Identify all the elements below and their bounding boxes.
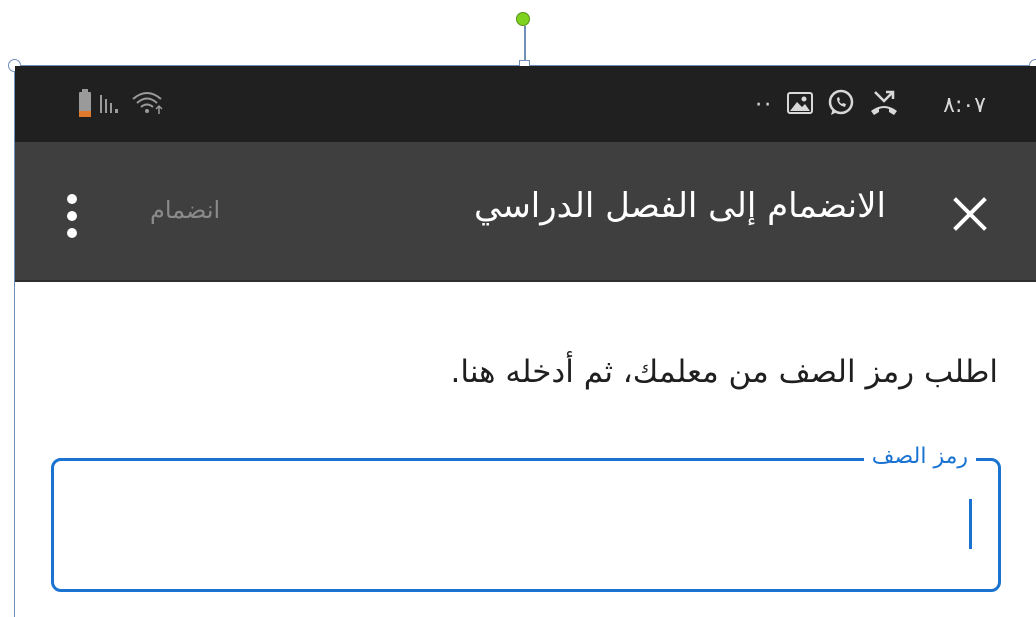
more-vertical-icon[interactable] bbox=[65, 194, 79, 238]
text-caret bbox=[969, 499, 972, 549]
join-button[interactable]: انضمام bbox=[150, 196, 220, 224]
missed-call-icon bbox=[869, 89, 899, 121]
whatsapp-icon bbox=[827, 89, 855, 121]
close-button[interactable] bbox=[950, 194, 990, 234]
status-bar: ·· ٨:٠٧ bbox=[15, 66, 1036, 142]
status-right-icons: ·· ٨:٠٧ bbox=[755, 88, 986, 122]
rotation-handle[interactable] bbox=[516, 12, 530, 26]
overflow-dots: ·· bbox=[755, 92, 774, 118]
class-code-field[interactable]: رمز الصف bbox=[51, 444, 1001, 592]
wifi-icon bbox=[131, 90, 165, 120]
image-icon bbox=[787, 91, 814, 119]
page-title: الانضمام إلى الفصل الدراسي bbox=[473, 186, 886, 226]
signal-bars-icon bbox=[99, 91, 123, 119]
battery-icon bbox=[79, 89, 91, 121]
close-icon bbox=[953, 197, 987, 231]
class-code-input[interactable] bbox=[64, 491, 968, 563]
status-time: ٨:٠٧ bbox=[943, 92, 986, 118]
rotation-handle-line bbox=[524, 26, 526, 62]
editor-canvas: ·· ٨:٠٧ الانضمام إلى الفصل الدراسي انضما… bbox=[0, 0, 1036, 617]
instruction-text: اطلب رمز الصف من معلمك، ثم أدخله هنا. bbox=[450, 354, 998, 390]
status-left-icons bbox=[79, 89, 165, 121]
phone-screen: ·· ٨:٠٧ الانضمام إلى الفصل الدراسي انضما… bbox=[15, 66, 1036, 617]
class-code-label: رمز الصف bbox=[863, 444, 976, 469]
app-bar: الانضمام إلى الفصل الدراسي انضمام bbox=[15, 142, 1036, 282]
